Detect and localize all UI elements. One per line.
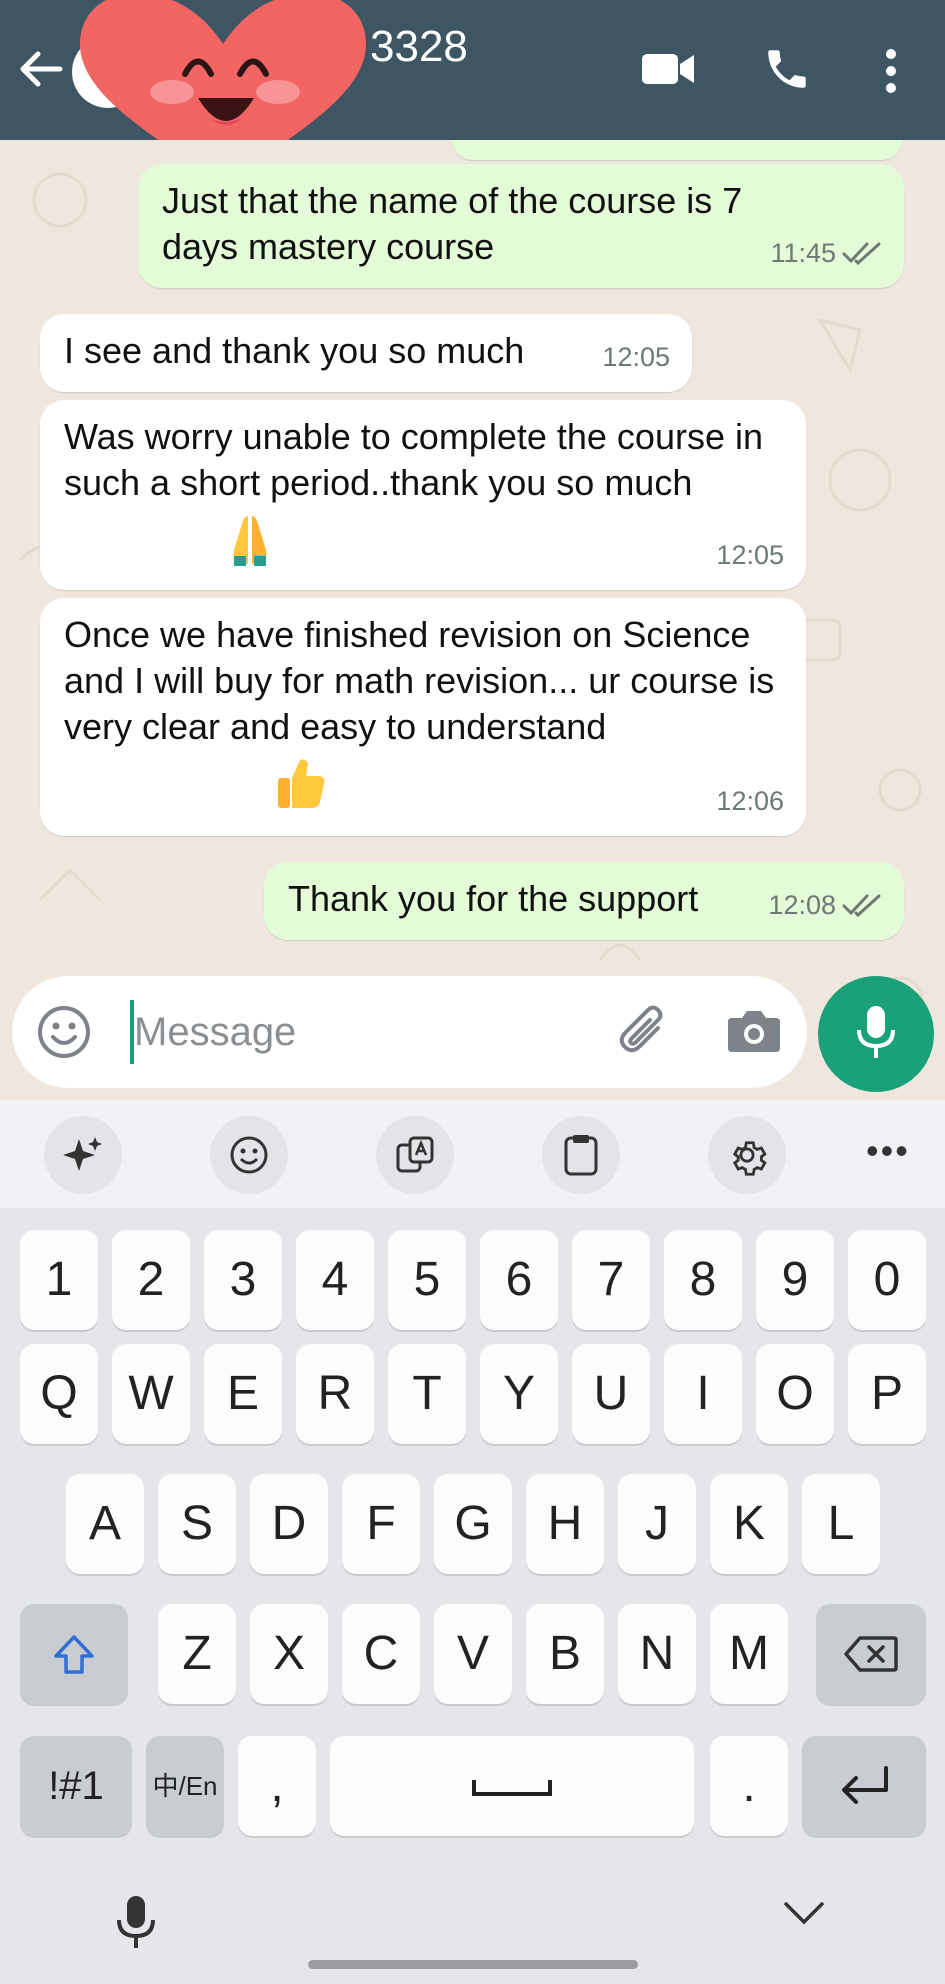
message-text: Was worry unable to complete the course … [64,416,763,503]
keyboard-toolbar: ••• [0,1100,945,1208]
key-k[interactable]: K [710,1474,788,1574]
message-bubble-out[interactable]: Thank you for the support 12:08 [264,862,904,940]
emoji-icon[interactable] [36,1004,92,1065]
key-e[interactable]: E [204,1344,282,1444]
chevron-down-icon[interactable] [782,1900,826,1933]
key-o[interactable]: O [756,1344,834,1444]
key-w[interactable]: W [112,1344,190,1444]
key-3[interactable]: 3 [204,1230,282,1330]
key-t[interactable]: T [388,1344,466,1444]
thumbs-up-emoji [276,756,326,821]
backspace-icon [844,1636,898,1672]
message-text: I see and thank you so much [64,330,525,371]
symbols-key[interactable]: !#1 [20,1736,132,1836]
settings-icon[interactable] [708,1116,786,1194]
message-bubble-in[interactable]: Once we have finished revision on Scienc… [40,598,806,836]
enter-key[interactable] [802,1736,926,1836]
key-7[interactable]: 7 [572,1230,650,1330]
key-p[interactable]: P [848,1344,926,1444]
more-options-icon[interactable]: ••• [866,1130,910,1172]
key-1[interactable]: 1 [20,1230,98,1330]
key-f[interactable]: F [342,1474,420,1574]
key-0[interactable]: 0 [848,1230,926,1330]
key-5[interactable]: 5 [388,1230,466,1330]
contact-name[interactable]: 3328 [370,22,468,72]
enter-icon [842,1766,888,1804]
phone-icon[interactable] [762,44,812,99]
camera-icon[interactable] [726,1006,782,1061]
shift-icon [54,1635,94,1674]
message-text: Thank you for the support [288,878,699,919]
message-time: 12:05 [602,342,670,372]
period-key[interactable]: . [710,1736,788,1836]
key-9[interactable]: 9 [756,1230,834,1330]
message-meta: 12:06 [716,778,784,824]
key-r[interactable]: R [296,1344,374,1444]
message-bubble-in[interactable]: Was worry unable to complete the course … [40,400,806,590]
home-indicator[interactable] [308,1960,638,1969]
message-meta: 11:45 [770,230,882,276]
key-2[interactable]: 2 [112,1230,190,1330]
message-time: 12:05 [716,540,784,570]
key-4[interactable]: 4 [296,1230,374,1330]
key-n[interactable]: N [618,1604,696,1704]
sparkle-icon[interactable] [44,1116,122,1194]
keyboard-mic-icon[interactable] [114,1894,158,1959]
key-s[interactable]: S [158,1474,236,1574]
more-vert-icon[interactable] [876,46,906,101]
voice-record-button[interactable] [818,976,934,1092]
message-input[interactable] [134,1000,614,1064]
key-y[interactable]: Y [480,1344,558,1444]
read-receipt-icon [842,894,881,917]
message-bubble-out[interactable]: Just that the name of the course is 7 da… [138,164,904,288]
emoji-keyboard-icon[interactable] [210,1116,288,1194]
chat-area[interactable]: Just that the name of the course is 7 da… [0,140,945,1100]
clipboard-icon[interactable] [542,1116,620,1194]
message-meta: 12:08 [768,882,882,928]
message-time: 11:45 [770,238,836,268]
key-l[interactable]: L [802,1474,880,1574]
attach-icon[interactable] [618,1004,674,1065]
key-6[interactable]: 6 [480,1230,558,1330]
message-bubble-in[interactable]: I see and thank you so much 12:05 [40,314,692,392]
message-composer [12,976,807,1088]
key-q[interactable]: Q [20,1344,98,1444]
comma-key[interactable]: , [238,1736,316,1836]
key-h[interactable]: H [526,1474,604,1574]
key-m[interactable]: M [710,1604,788,1704]
space-key[interactable] [330,1736,694,1836]
key-d[interactable]: D [250,1474,328,1574]
key-c[interactable]: C [342,1604,420,1704]
key-a[interactable]: A [66,1474,144,1574]
read-receipt-icon [842,242,881,265]
message-bubble-partial[interactable] [452,140,902,160]
backspace-key[interactable] [816,1604,926,1704]
shift-key[interactable] [20,1604,128,1704]
key-i[interactable]: I [664,1344,742,1444]
folded-hands-emoji [228,512,272,577]
message-text: Once we have finished revision on Scienc… [64,614,775,747]
back-arrow-icon[interactable] [16,44,66,94]
message-time: 12:06 [716,786,784,816]
translate-icon[interactable] [376,1116,454,1194]
key-j[interactable]: J [618,1474,696,1574]
message-time: 12:08 [768,890,836,920]
key-u[interactable]: U [572,1344,650,1444]
chat-header: 3328 [0,0,945,184]
space-icon [472,1780,552,1796]
language-key[interactable]: 中/En [146,1736,224,1836]
key-8[interactable]: 8 [664,1230,742,1330]
key-z[interactable]: Z [158,1604,236,1704]
message-meta: 12:05 [602,334,670,380]
key-g[interactable]: G [434,1474,512,1574]
mic-icon [857,1006,895,1058]
key-v[interactable]: V [434,1604,512,1704]
message-meta: 12:05 [716,532,784,578]
message-text: Just that the name of the course is 7 da… [162,180,743,267]
key-x[interactable]: X [250,1604,328,1704]
video-call-icon[interactable] [640,48,696,95]
key-b[interactable]: B [526,1604,604,1704]
